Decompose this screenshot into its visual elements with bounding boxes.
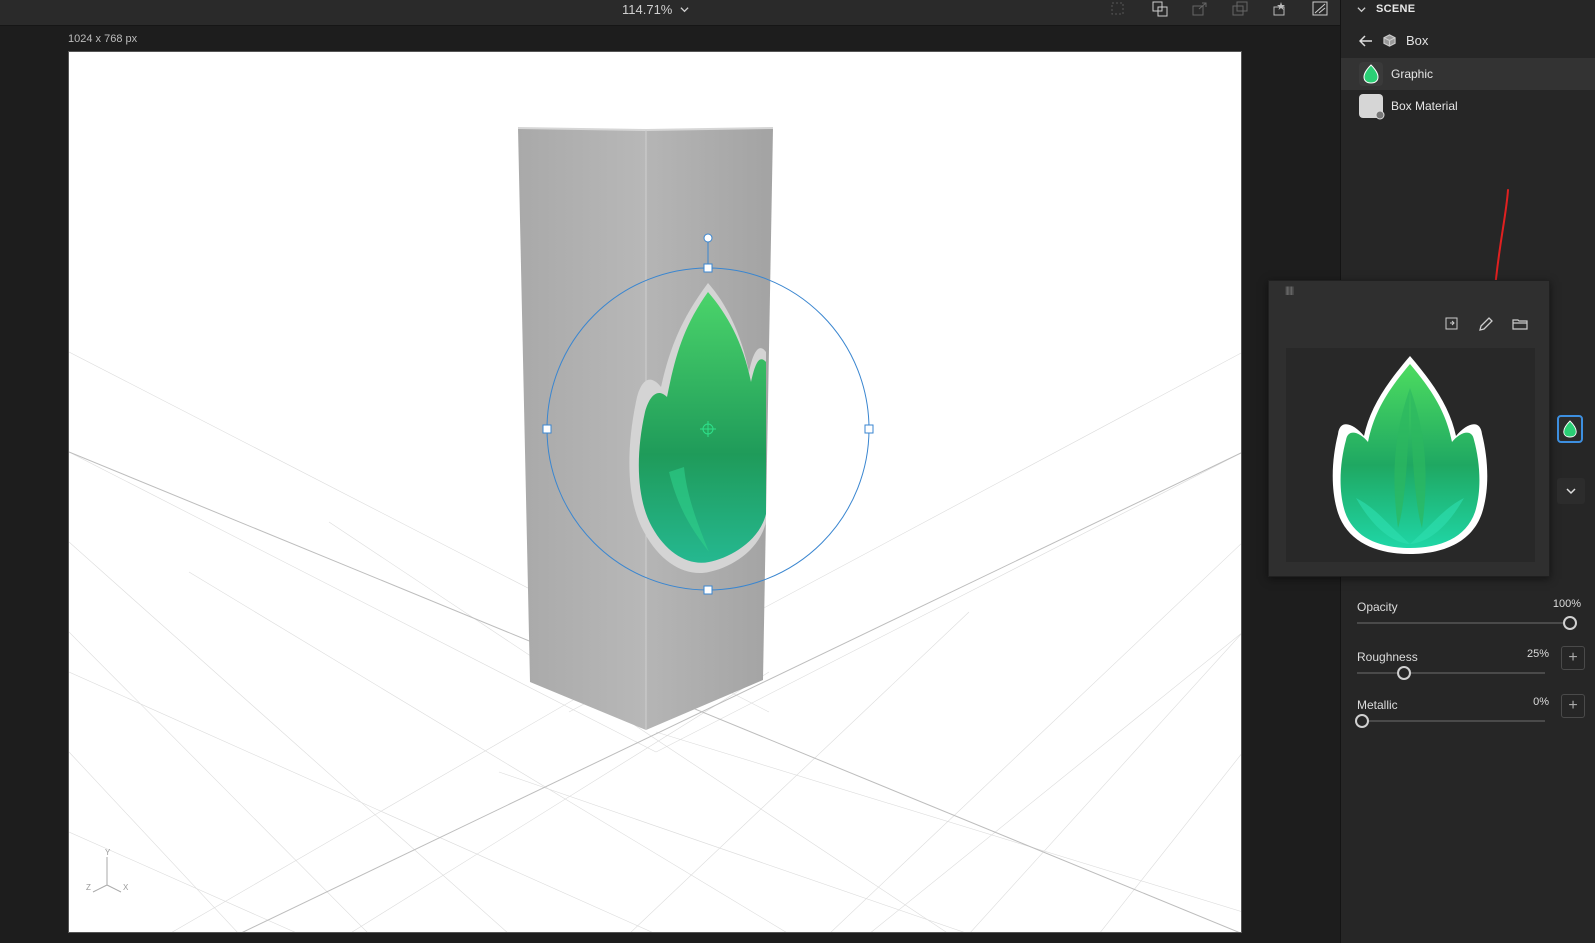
roughness-control: Roughness 25% + xyxy=(1357,646,1587,680)
back-arrow-icon[interactable] xyxy=(1359,34,1373,47)
drag-handle-icon[interactable]: |||||| xyxy=(1285,285,1294,295)
edit-pencil-icon[interactable] xyxy=(1477,315,1495,333)
metallic-slider[interactable] xyxy=(1355,714,1545,728)
metallic-label: Metallic xyxy=(1357,698,1398,712)
graphic-preview xyxy=(1286,348,1535,562)
replace-icon[interactable] xyxy=(1444,315,1462,333)
chevron-down-icon xyxy=(1357,6,1366,12)
chevron-down-icon xyxy=(1566,488,1576,495)
axis-x-label: X xyxy=(123,883,129,892)
layer-item-box-material[interactable]: Box Material xyxy=(1341,90,1595,122)
axis-indicator xyxy=(92,857,122,893)
metallic-value[interactable]: 0% xyxy=(1533,696,1549,708)
layer-item-graphic[interactable]: Graphic xyxy=(1341,58,1595,90)
opacity-value[interactable]: 100% xyxy=(1553,598,1581,610)
render-icon[interactable] xyxy=(1310,0,1330,18)
chevron-down-icon xyxy=(680,6,689,12)
flame-thumbnail-icon xyxy=(1359,62,1383,86)
graphic-swatch-button[interactable] xyxy=(1557,415,1583,443)
scene-header[interactable]: SCENE xyxy=(1341,0,1595,18)
opacity-slider[interactable] xyxy=(1357,616,1577,630)
graphic-popover: |||||| xyxy=(1268,280,1550,577)
magic-icon[interactable] xyxy=(1270,0,1290,18)
blend-dropdown-button[interactable] xyxy=(1557,478,1585,504)
top-toolbar: 114.71% xyxy=(0,0,1340,26)
scene-title: SCENE xyxy=(1376,3,1416,15)
axis-z-label: Z xyxy=(86,883,91,892)
opacity-label: Opacity xyxy=(1357,600,1398,614)
app-window: 114.71% 1024 x 768 px Y Z X SCENE Box Gr… xyxy=(0,0,1595,943)
folder-icon[interactable] xyxy=(1511,315,1529,333)
axis-y-label: Y xyxy=(105,848,111,857)
scene-render: Y Z X xyxy=(69,127,1241,932)
metallic-slider-knob[interactable] xyxy=(1355,714,1369,728)
roughness-label: Roughness xyxy=(1357,650,1418,664)
opacity-control: Opacity 100% xyxy=(1357,598,1587,630)
layer-label: Box Material xyxy=(1391,99,1458,113)
roughness-slider[interactable] xyxy=(1357,666,1545,680)
zoom-dropdown[interactable]: 114.71% xyxy=(622,0,689,18)
document-size-label: 1024 x 768 px xyxy=(68,33,138,45)
breadcrumb: Box xyxy=(1359,33,1428,48)
material-thumbnail-icon xyxy=(1359,94,1385,120)
3d-viewport[interactable]: Y Z X xyxy=(68,51,1242,933)
export-icon[interactable] xyxy=(1190,0,1210,18)
zoom-value: 114.71% xyxy=(622,1,673,17)
layer-label: Graphic xyxy=(1391,67,1434,81)
roughness-value[interactable]: 25% xyxy=(1527,648,1549,660)
flame-swatch-icon xyxy=(1563,420,1577,438)
roughness-slider-knob[interactable] xyxy=(1397,666,1411,680)
breadcrumb-current: Box xyxy=(1406,33,1429,48)
grid-icon[interactable] xyxy=(1108,0,1128,18)
transform-icon[interactable] xyxy=(1150,0,1170,18)
cube-icon xyxy=(1383,34,1396,47)
roughness-add-button[interactable]: + xyxy=(1561,646,1585,670)
opacity-slider-knob[interactable] xyxy=(1563,616,1577,630)
metallic-control: Metallic 0% + xyxy=(1355,694,1587,728)
share-icon[interactable] xyxy=(1230,0,1250,18)
metallic-add-button[interactable]: + xyxy=(1561,694,1585,718)
